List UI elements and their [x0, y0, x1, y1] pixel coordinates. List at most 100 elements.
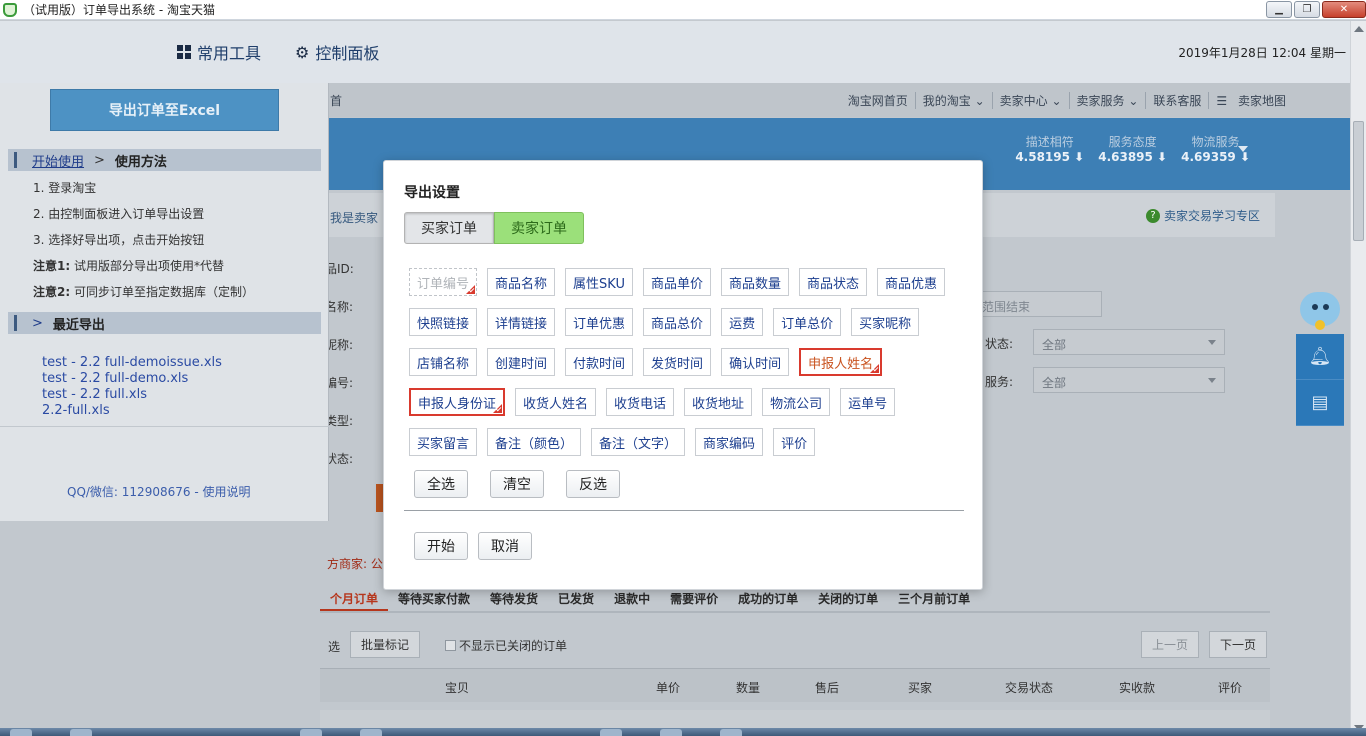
nav-link-seller-map[interactable]: ☰ 卖家地图 [1208, 92, 1300, 109]
nav-link[interactable]: 我的淘宝 ⌄ [914, 92, 992, 109]
export-field-option[interactable]: 属性SKU [565, 268, 633, 296]
bell-icon[interactable]: 🔔︎ [1296, 334, 1344, 380]
column-header: 售后 [815, 681, 840, 695]
export-field-option[interactable]: 付款时间 [565, 348, 634, 376]
form-label: 编号: [325, 376, 354, 390]
help-link[interactable]: ? 卖家交易学习专区 [1145, 207, 1260, 224]
export-field-option[interactable]: 收货地址 [684, 388, 753, 416]
batch-mark-button[interactable]: 批量标记 [350, 631, 421, 658]
nav-link[interactable]: 联系客服 [1145, 92, 1208, 109]
range-end-input[interactable]: 范围结束 [975, 291, 1102, 317]
export-field-option[interactable]: 店铺名称 [409, 348, 478, 376]
usage-step: 3. 选择好导出项，点击开始按钮 [33, 233, 205, 247]
recent-file-link[interactable]: 2.2-full.xls [42, 403, 110, 418]
export-field-option[interactable]: 商家编码 [695, 428, 764, 456]
export-field-option[interactable]: 收货人姓名 [515, 388, 597, 416]
export-field-option[interactable]: 商品单价 [642, 268, 711, 296]
vertical-scrollbar[interactable] [1350, 21, 1366, 736]
start-button[interactable]: 开始 [414, 532, 468, 560]
nav-fragment: 首 [330, 94, 343, 108]
export-field-option[interactable]: 收货电话 [606, 388, 675, 416]
export-field-option[interactable]: 商品状态 [799, 268, 868, 296]
recent-file-link[interactable]: test - 2.2 full-demoissue.xls [42, 355, 222, 370]
tab-recent-orders[interactable]: 个月订单 [320, 583, 389, 611]
next-page-button[interactable]: 下一页 [1209, 631, 1268, 658]
order-type-tabs: 买家订单 卖家订单 [404, 212, 584, 244]
contact-link[interactable]: QQ/微信: 112908676 - 使用说明 [67, 483, 250, 500]
export-field-option[interactable]: 订单编号 [409, 268, 478, 296]
export-field-option[interactable]: 买家留言 [409, 428, 478, 456]
grid-icon [177, 45, 191, 59]
export-field-option[interactable]: 运单号 [840, 388, 896, 416]
tab-seller-orders[interactable]: 卖家订单 [494, 212, 584, 244]
note-1: 注意1: 试用版部分导出项使用*代替 [33, 257, 224, 274]
gear-icon: ⚙ [295, 42, 310, 62]
export-field-option[interactable]: 买家昵称 [851, 308, 920, 336]
cancel-button[interactable]: 取消 [478, 532, 532, 560]
column-header: 实收款 [1119, 681, 1156, 695]
nav-link[interactable]: 卖家中心 ⌄ [991, 92, 1069, 109]
tab-buyer-orders[interactable]: 买家订单 [404, 212, 494, 244]
maximize-button[interactable]: ❐ [1294, 1, 1320, 18]
common-tools-menu[interactable]: 常用工具 [177, 40, 261, 64]
rating-item: 服务态度 4.63895 ⬇ [1098, 133, 1167, 164]
status-select[interactable]: 全部 [1033, 329, 1225, 355]
export-field-option[interactable]: 申报人姓名 [799, 348, 883, 376]
help-link-label: 卖家交易学习专区 [1163, 209, 1260, 223]
export-field-option[interactable]: 商品总价 [643, 308, 712, 336]
invert-selection-button[interactable]: 反选 [566, 470, 620, 498]
export-field-option[interactable]: 商品数量 [721, 268, 790, 296]
export-field-option[interactable]: 商品名称 [487, 268, 556, 296]
nav-link[interactable]: 卖家服务 ⌄ [1068, 92, 1146, 109]
export-field-option[interactable]: 申报人身份证 [409, 388, 506, 416]
export-excel-button[interactable]: 导出订单至Excel [50, 89, 279, 131]
minimize-button[interactable]: ▁ [1266, 1, 1292, 18]
export-field-option[interactable]: 备注（文字） [591, 428, 686, 456]
seller-fragment[interactable]: 我是卖家 [330, 209, 378, 226]
control-panel-menu[interactable]: ⚙ 控制面板 [295, 40, 379, 64]
checkbox-icon[interactable] [445, 640, 456, 651]
nav-link[interactable]: 淘宝网首页 [841, 92, 915, 109]
column-header: 评价 [1218, 681, 1243, 695]
export-field-option[interactable]: 订单优惠 [565, 308, 634, 336]
export-field-option[interactable]: 评价 [773, 428, 816, 456]
scroll-up-icon[interactable] [1354, 26, 1364, 32]
export-field-option[interactable]: 商品优惠 [877, 268, 946, 296]
export-field-option[interactable]: 备注（颜色） [487, 428, 582, 456]
export-field-option[interactable]: 运费 [721, 308, 764, 336]
usage-step: 1. 登录淘宝 [33, 181, 97, 195]
recent-file-link[interactable]: test - 2.2 full.xls [42, 387, 147, 402]
chat-icon[interactable]: ▤ [1296, 380, 1344, 426]
checkmark-icon [493, 404, 503, 413]
dialog-actions: 开始 取消 [414, 532, 532, 560]
order-toolbar: 选 批量标记 不显示已关闭的订单 上一页 下一页 [320, 631, 1270, 659]
select-fragment[interactable]: 选 [328, 638, 340, 655]
service-select[interactable]: 全部 [1033, 367, 1225, 393]
note-1-text: 试用版部分导出项使用*代替 [73, 259, 224, 273]
start-link[interactable]: 开始使用 [32, 151, 84, 170]
side-panel: 导出订单至Excel 开始使用 > 使用方法 1. 登录淘宝 2. 由控制面板进… [0, 83, 329, 521]
clear-button[interactable]: 清空 [490, 470, 544, 498]
chevron-down-icon[interactable] [1238, 146, 1248, 152]
export-field-option[interactable]: 创建时间 [487, 348, 556, 376]
export-field-option[interactable]: 详情链接 [487, 308, 556, 336]
rating-label: 服务态度 [1108, 135, 1157, 149]
prev-page-button[interactable]: 上一页 [1141, 631, 1200, 658]
checkmark-icon [870, 364, 880, 373]
hide-closed-checkbox[interactable]: 不显示已关闭的订单 [445, 637, 567, 654]
mascot-icon[interactable] [1296, 290, 1344, 334]
export-field-option[interactable]: 快照链接 [409, 308, 478, 336]
close-button[interactable]: ✕ [1322, 1, 1366, 18]
form-label: 类型: [325, 414, 354, 428]
usage-title: 使用方法 [114, 154, 167, 170]
usage-step: 2. 由控制面板进入订单导出设置 [33, 207, 205, 221]
scroll-thumb[interactable] [1353, 121, 1364, 241]
field-row: 申报人身份证 收货人姓名 收货电话 收货地址 物流公司 运单号 [409, 388, 896, 416]
export-field-option[interactable]: 发货时间 [643, 348, 712, 376]
select-all-button[interactable]: 全选 [414, 470, 468, 498]
export-field-option[interactable]: 物流公司 [762, 388, 831, 416]
form-label: 状态: [325, 452, 354, 466]
export-field-option[interactable]: 确认时间 [721, 348, 790, 376]
export-field-option[interactable]: 订单总价 [773, 308, 842, 336]
recent-file-link[interactable]: test - 2.2 full-demo.xls [42, 371, 188, 386]
